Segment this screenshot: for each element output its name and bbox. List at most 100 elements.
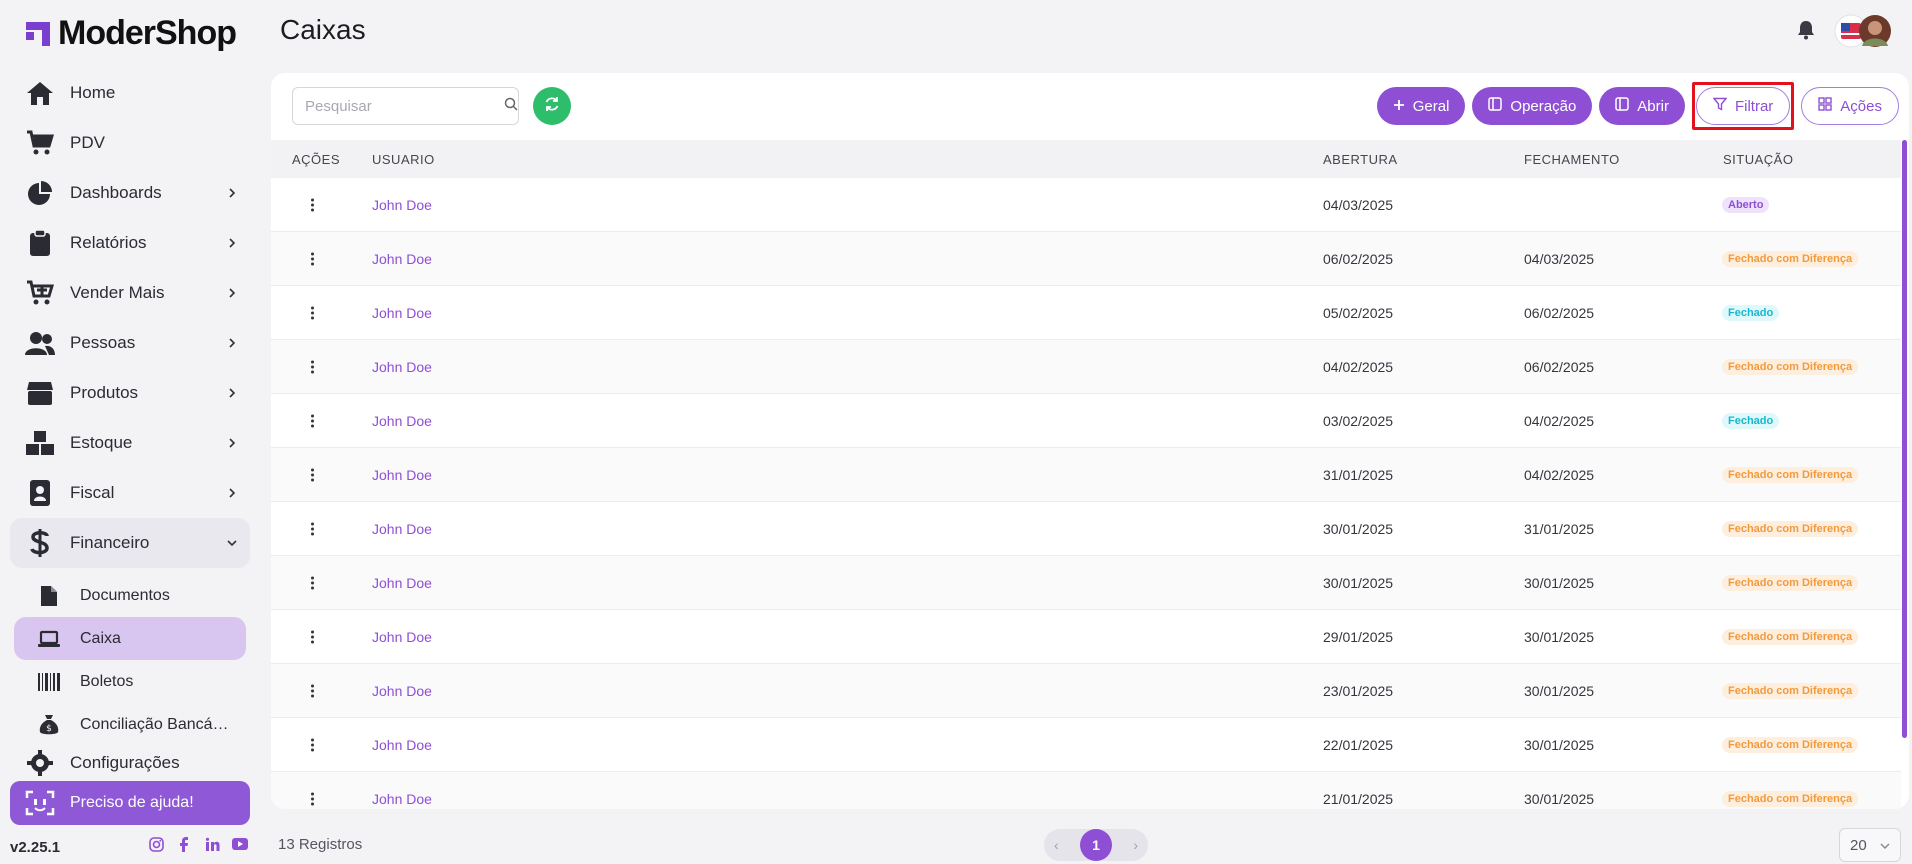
- table-scrollbar[interactable]: [1902, 140, 1907, 738]
- logo[interactable]: ModerShop: [24, 14, 237, 53]
- table-row[interactable]: John Doe 30/01/2025 30/01/2025 Fechado com …: [271, 556, 1901, 610]
- nav-item-fiscal[interactable]: Fiscal: [10, 468, 250, 518]
- chevron-right-icon[interactable]: ›: [1133, 837, 1138, 853]
- chevron-right-icon: [220, 437, 244, 449]
- box-icon: [24, 377, 56, 409]
- kebab-menu-icon[interactable]: [307, 252, 317, 265]
- sidebar-item-conciliacao[interactable]: $ Conciliação Bancária: [14, 703, 246, 746]
- cell-fechamento: 31/01/2025: [1524, 520, 1595, 537]
- kebab-menu-icon[interactable]: [307, 792, 317, 805]
- cell-abertura: 05/02/2025: [1323, 304, 1394, 321]
- file-icon: [36, 583, 62, 609]
- instagram-icon[interactable]: [148, 836, 164, 852]
- cell-usuario[interactable]: John Doe: [372, 359, 432, 375]
- svg-text:$: $: [46, 724, 52, 734]
- kebab-menu-icon[interactable]: [307, 684, 317, 697]
- nav-item-produtos[interactable]: Produtos: [10, 368, 250, 418]
- column-header-usuario[interactable]: USUARIO: [372, 152, 435, 167]
- nav-label: Dashboards: [70, 183, 162, 202]
- sidebar-item-documentos[interactable]: Documentos: [14, 574, 246, 617]
- geral-button[interactable]: Geral: [1376, 87, 1466, 125]
- table-row[interactable]: John Doe 21/01/2025 30/01/2025 Fechado com …: [271, 772, 1901, 809]
- operacao-button[interactable]: Operação: [1472, 87, 1593, 125]
- sub-label: Documentos: [80, 586, 170, 604]
- cell-abertura: 06/02/2025: [1323, 250, 1394, 267]
- nav-item-pdv[interactable]: PDV: [10, 118, 250, 168]
- nav-item-financeiro[interactable]: Financeiro: [10, 518, 250, 568]
- table-row[interactable]: John Doe 30/01/2025 31/01/2025 Fechado com …: [271, 502, 1901, 556]
- cell-usuario[interactable]: John Doe: [372, 629, 432, 645]
- filtrar-button[interactable]: Filtrar: [1695, 87, 1791, 125]
- kebab-menu-icon[interactable]: [307, 360, 317, 373]
- cart-icon: [24, 127, 56, 159]
- kebab-menu-icon[interactable]: [307, 198, 317, 211]
- column-header-fechamento[interactable]: FECHAMENTO: [1524, 152, 1620, 167]
- facebook-icon[interactable]: [176, 836, 192, 852]
- sidebar-item-boletos[interactable]: Boletos: [14, 660, 246, 703]
- table-row[interactable]: John Doe 04/02/2025 06/02/2025 Fechado com …: [271, 340, 1901, 394]
- abrir-button[interactable]: Abrir: [1599, 87, 1685, 125]
- refresh-button[interactable]: [533, 87, 571, 125]
- table-row[interactable]: John Doe 04/03/2025 Aberto: [271, 178, 1901, 232]
- cell-usuario[interactable]: John Doe: [372, 521, 432, 537]
- page-size-select[interactable]: 20: [1839, 828, 1901, 862]
- kebab-menu-icon[interactable]: [307, 522, 317, 535]
- nav-item-vender-mais[interactable]: Vender Mais: [10, 268, 250, 318]
- cell-usuario[interactable]: John Doe: [372, 791, 432, 807]
- records-count: 13 Registros: [278, 836, 363, 853]
- search-box[interactable]: [292, 87, 519, 125]
- table-row[interactable]: John Doe 05/02/2025 06/02/2025 Fechado: [271, 286, 1901, 340]
- youtube-icon[interactable]: [232, 836, 248, 852]
- table-row[interactable]: John Doe 06/02/2025 04/03/2025 Fechado com …: [271, 232, 1901, 286]
- nav-item-estoque[interactable]: Estoque: [10, 418, 250, 468]
- cell-fechamento: 30/01/2025: [1524, 682, 1595, 699]
- table-row[interactable]: John Doe 31/01/2025 04/02/2025 Fechado com …: [271, 448, 1901, 502]
- grid-icon: [1818, 97, 1832, 115]
- cell-usuario[interactable]: John Doe: [372, 683, 432, 699]
- search-input[interactable]: [305, 97, 504, 115]
- nav-label: Relatórios: [70, 233, 147, 252]
- nav-item-relatorios[interactable]: Relatórios: [10, 218, 250, 268]
- cell-usuario[interactable]: John Doe: [372, 467, 432, 483]
- kebab-menu-icon[interactable]: [307, 630, 317, 643]
- cell-usuario[interactable]: John Doe: [372, 305, 432, 321]
- kebab-menu-icon[interactable]: [307, 576, 317, 589]
- cell-usuario[interactable]: John Doe: [372, 197, 432, 213]
- table-row[interactable]: John Doe 29/01/2025 30/01/2025 Fechado com …: [271, 610, 1901, 664]
- chevron-left-icon[interactable]: ‹: [1054, 837, 1059, 853]
- dollar-icon: [24, 527, 56, 559]
- nav-item-configuracoes[interactable]: Configurações: [10, 746, 250, 780]
- cell-usuario[interactable]: John Doe: [372, 413, 432, 429]
- nav-label: Fiscal: [70, 483, 115, 502]
- help-button[interactable]: Preciso de ajuda!: [10, 781, 250, 825]
- boxes-icon: [24, 427, 56, 459]
- column-header-situacao[interactable]: SITUAÇÃO: [1723, 152, 1793, 167]
- nav-item-dashboards[interactable]: Dashboards: [10, 168, 250, 218]
- cell-usuario[interactable]: John Doe: [372, 737, 432, 753]
- kebab-menu-icon[interactable]: [307, 414, 317, 427]
- kebab-menu-icon[interactable]: [307, 306, 317, 319]
- table-row[interactable]: John Doe 22/01/2025 30/01/2025 Fechado com …: [271, 718, 1901, 772]
- panel-icon: [1488, 97, 1503, 115]
- table-row[interactable]: John Doe 03/02/2025 04/02/2025 Fechado: [271, 394, 1901, 448]
- nav-item-home[interactable]: Home: [10, 68, 250, 118]
- plus-icon: [1393, 98, 1405, 115]
- sidebar-item-caixa[interactable]: Caixa: [14, 617, 246, 660]
- acoes-button[interactable]: Ações: [1801, 87, 1899, 125]
- sub-label: Conciliação Bancária: [80, 715, 230, 733]
- bell-icon[interactable]: [1797, 20, 1815, 45]
- status-badge: Fechado: [1722, 304, 1780, 321]
- table-row[interactable]: John Doe 23/01/2025 30/01/2025 Fechado com …: [271, 664, 1901, 718]
- page-button-current[interactable]: 1: [1080, 829, 1112, 861]
- cell-usuario[interactable]: John Doe: [372, 575, 432, 591]
- status-badge: Fechado: [1722, 412, 1780, 429]
- filter-icon: [1712, 97, 1728, 115]
- kebab-menu-icon[interactable]: [307, 738, 317, 751]
- chevron-right-icon: [220, 387, 244, 399]
- avatar[interactable]: [1834, 14, 1892, 48]
- kebab-menu-icon[interactable]: [307, 468, 317, 481]
- cell-usuario[interactable]: John Doe: [372, 251, 432, 267]
- column-header-abertura[interactable]: ABERTURA: [1323, 152, 1398, 167]
- nav-item-pessoas[interactable]: Pessoas: [10, 318, 250, 368]
- linkedin-icon[interactable]: [204, 836, 220, 852]
